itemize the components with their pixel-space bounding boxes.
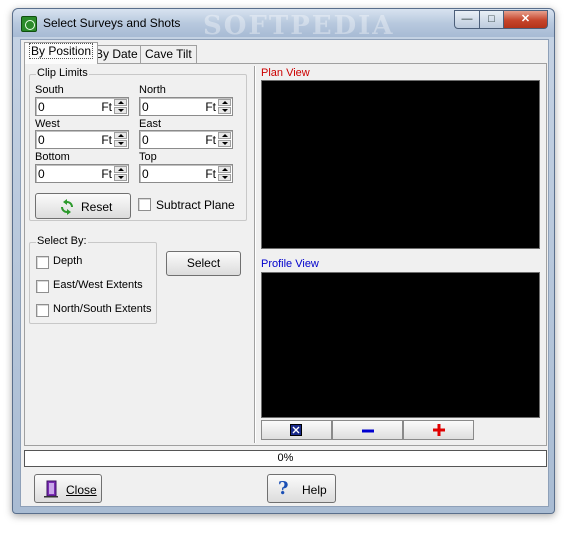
profile-view-panel: Profile View [259, 256, 544, 444]
east-west-extents-checkbox[interactable] [36, 280, 49, 293]
clip-limits-title: Clip Limits [36, 67, 89, 79]
close-button[interactable]: Close [34, 474, 102, 503]
north-value: 0 [142, 100, 149, 114]
minus-icon [362, 429, 374, 433]
top-value: 0 [142, 167, 149, 181]
select-surveys-window: Select Surveys and Shots SOFTPEDIA — □ ✕… [12, 8, 555, 514]
maximize-button[interactable]: □ [479, 10, 504, 29]
west-input[interactable]: 0 Ft [35, 130, 129, 149]
east-up-arrow-icon[interactable] [218, 132, 231, 139]
plus-icon [433, 424, 445, 436]
dialog-client: By Position By Date Cave Tilt Clip Limit… [20, 39, 549, 507]
subtract-plane-label: Subtract Plane [156, 198, 235, 212]
profile-view-canvas[interactable] [261, 272, 540, 418]
select-button[interactable]: Select [166, 251, 241, 276]
subtract-plane-checkbox[interactable] [138, 198, 151, 211]
top-up-arrow-icon[interactable] [218, 166, 231, 173]
north-south-extents-label: North/South Extents [53, 303, 152, 315]
door-exit-icon [44, 480, 58, 498]
south-label: South [35, 84, 64, 96]
title-bar[interactable]: Select Surveys and Shots SOFTPEDIA — □ ✕ [13, 9, 554, 41]
depth-label: Depth [53, 255, 83, 267]
progress-text: 0% [277, 452, 294, 464]
bottom-label: Bottom [35, 151, 70, 163]
select-by-title: Select By: [36, 235, 88, 247]
app-icon [21, 16, 37, 32]
south-value: 0 [38, 100, 45, 114]
west-down-arrow-icon[interactable] [114, 140, 127, 147]
south-input[interactable]: 0 Ft [35, 97, 129, 116]
watermark-text: SOFTPEDIA [203, 11, 395, 41]
west-value: 0 [38, 133, 45, 147]
help-label: Help [302, 483, 327, 497]
south-up-arrow-icon[interactable] [114, 99, 127, 106]
close-label: Close [66, 483, 97, 497]
zoom-out-button[interactable] [332, 420, 403, 440]
west-label: West [35, 118, 60, 130]
plan-view-panel: Plan View [259, 66, 544, 252]
window-title: Select Surveys and Shots [43, 16, 181, 30]
bottom-up-arrow-icon[interactable] [114, 166, 127, 173]
east-input[interactable]: 0 Ft [139, 130, 233, 149]
plan-view-canvas[interactable] [261, 80, 540, 249]
refresh-icon [61, 199, 73, 215]
bottom-input[interactable]: 0 Ft [35, 164, 129, 183]
west-unit: Ft [101, 133, 112, 147]
profile-view-label: Profile View [261, 258, 319, 270]
close-window-button[interactable]: ✕ [503, 10, 548, 29]
by-position-pane: Clip Limits South North 0 Ft 0 Ft West E… [24, 63, 547, 446]
help-icon: ? [278, 478, 289, 499]
minimize-button[interactable]: — [454, 10, 480, 29]
help-button[interactable]: ? Help [267, 474, 336, 503]
north-input[interactable]: 0 Ft [139, 97, 233, 116]
east-unit: Ft [205, 133, 216, 147]
reset-label: Reset [81, 200, 113, 214]
south-unit: Ft [101, 100, 112, 114]
bottom-down-arrow-icon[interactable] [114, 174, 127, 181]
top-unit: Ft [205, 167, 216, 181]
top-label: Top [139, 151, 157, 163]
north-down-arrow-icon[interactable] [218, 107, 231, 114]
tab-cave-tilt[interactable]: Cave Tilt [140, 45, 197, 64]
top-down-arrow-icon[interactable] [218, 174, 231, 181]
bottom-unit: Ft [101, 167, 112, 181]
south-down-arrow-icon[interactable] [114, 107, 127, 114]
zoom-fit-button[interactable] [261, 420, 332, 440]
north-south-extents-checkbox[interactable] [36, 304, 49, 317]
west-up-arrow-icon[interactable] [114, 132, 127, 139]
top-input[interactable]: 0 Ft [139, 164, 233, 183]
north-unit: Ft [205, 100, 216, 114]
zoom-in-button[interactable] [403, 420, 474, 440]
progress-bar: 0% [24, 450, 547, 467]
splitter[interactable] [254, 66, 256, 443]
east-value: 0 [142, 133, 149, 147]
tab-by-position[interactable]: By Position [24, 42, 99, 64]
zoom-fit-icon [290, 424, 302, 436]
bottom-value: 0 [38, 167, 45, 181]
plan-view-label: Plan View [261, 67, 310, 79]
north-up-arrow-icon[interactable] [218, 99, 231, 106]
depth-checkbox[interactable] [36, 256, 49, 269]
reset-button[interactable]: Reset [35, 193, 131, 219]
east-down-arrow-icon[interactable] [218, 140, 231, 147]
east-west-extents-label: East/West Extents [53, 279, 143, 291]
north-label: North [139, 84, 166, 96]
east-label: East [139, 118, 162, 130]
tab-by-position-label: By Position [29, 43, 94, 59]
